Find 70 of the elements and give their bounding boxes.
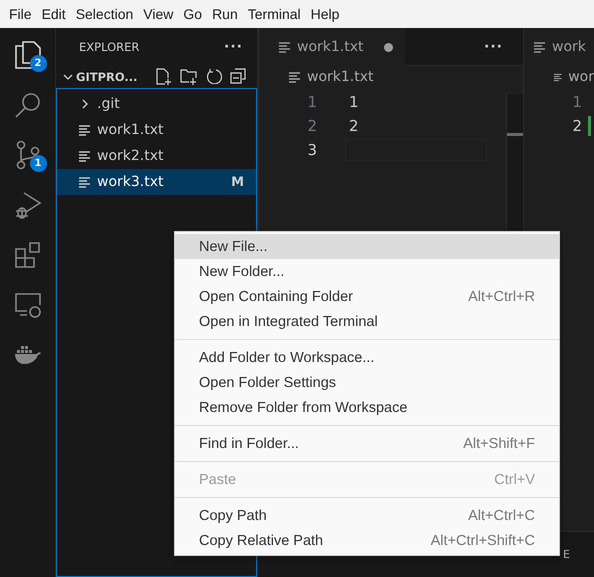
line-number: 2 [306, 117, 317, 135]
collapse-all-icon[interactable] [230, 68, 246, 84]
editor-tab[interactable]: work1.txt [259, 28, 405, 66]
line-number: 3 [306, 141, 317, 159]
file-name: work1.txt [97, 122, 164, 138]
menu-bar-item[interactable]: Edit [36, 6, 71, 22]
sidebar-title: EXPLORER [79, 40, 140, 54]
text-file-icon [79, 124, 91, 136]
menu-bar-item[interactable]: Run [207, 6, 243, 22]
git-status: M [231, 174, 244, 190]
breadcrumb[interactable]: work1.txt [307, 69, 374, 85]
text-file-icon [79, 150, 91, 162]
file-name: work2.txt [97, 148, 164, 164]
context-menu-item[interactable]: Find in Folder... Alt+Shift+F [175, 431, 559, 456]
whale-icon [14, 344, 42, 366]
branch-icon [14, 140, 40, 170]
context-menu-item[interactable]: Open Folder Settings [175, 370, 559, 395]
menu-bar-item[interactable]: Help [306, 6, 344, 22]
file-name: work3.txt [97, 174, 164, 190]
context-menu-item[interactable]: Copy Relative Path Alt+Ctrl+Shift+C [175, 528, 559, 553]
run-debug-icon [14, 190, 42, 220]
refresh-icon[interactable] [206, 68, 222, 84]
activity-bar-button[interactable]: 2 [10, 36, 44, 74]
shortcut: Alt+Ctrl+C [468, 508, 535, 524]
menu-bar-item[interactable]: Selection [70, 6, 138, 22]
file-tree-item[interactable]: work1.txt [57, 117, 256, 143]
menu-bar-item[interactable]: File [4, 6, 37, 22]
menu-bar-item[interactable]: View [138, 6, 178, 22]
code-text: 1 [349, 93, 359, 111]
file-tree-item[interactable]: .git [57, 91, 256, 117]
context-menu-item[interactable]: New Folder... [175, 259, 559, 284]
line-number: 1 [571, 93, 582, 111]
context-menu-item[interactable]: Open in Integrated Terminal [175, 309, 559, 334]
activity-bar-button[interactable]: 1 [10, 136, 44, 174]
shortcut: Ctrl+V [494, 472, 535, 488]
file-tree-item[interactable]: work2.txt [57, 143, 256, 169]
text-file-icon [279, 42, 291, 52]
files-icon [14, 40, 42, 70]
text-file-icon [554, 72, 562, 82]
context-menu-item[interactable]: Remove Folder from Workspace [175, 395, 559, 420]
count-badge: 2 [30, 55, 46, 72]
menu-bar-item[interactable]: Terminal [242, 6, 306, 22]
context-menu-item[interactable]: Add Folder to Workspace... [175, 345, 559, 370]
menu-bar-item[interactable]: Go [178, 6, 208, 22]
shortcut: Alt+Ctrl+Shift+C [430, 532, 535, 548]
text-file-icon [289, 72, 301, 82]
new-file-icon[interactable] [156, 68, 172, 86]
panel-tab[interactable]: E [563, 548, 570, 561]
breadcrumb[interactable]: wor [568, 69, 594, 85]
shortcut: Alt+Ctrl+R [468, 288, 535, 304]
new-folder-icon[interactable] [180, 68, 198, 86]
count-badge: 1 [30, 155, 46, 172]
text-file-icon [534, 42, 546, 52]
line-number: 1 [306, 93, 317, 111]
remote-monitor-icon [14, 291, 42, 319]
context-menu-item[interactable]: Open Containing Folder Alt+Ctrl+R [175, 284, 559, 309]
context-menu-item[interactable]: New File... [175, 234, 559, 259]
code-text: 2 [349, 117, 359, 135]
editor-tab[interactable]: work [524, 28, 594, 66]
file-name: .git [97, 96, 121, 112]
file-tree-item[interactable]: work3.txt M [57, 169, 256, 195]
line-number: 2 [571, 117, 582, 135]
more-actions-button[interactable]: ··· [224, 39, 243, 55]
shortcut: Alt+Shift+F [463, 436, 535, 452]
search-icon [14, 91, 42, 119]
folder-name[interactable]: GITPRO... [76, 70, 154, 84]
more-actions-button[interactable]: ··· [484, 38, 503, 54]
text-file-icon [79, 176, 91, 188]
context-menu-item[interactable]: Copy Path Alt+Ctrl+C [175, 503, 559, 528]
extensions-icon [14, 241, 42, 269]
